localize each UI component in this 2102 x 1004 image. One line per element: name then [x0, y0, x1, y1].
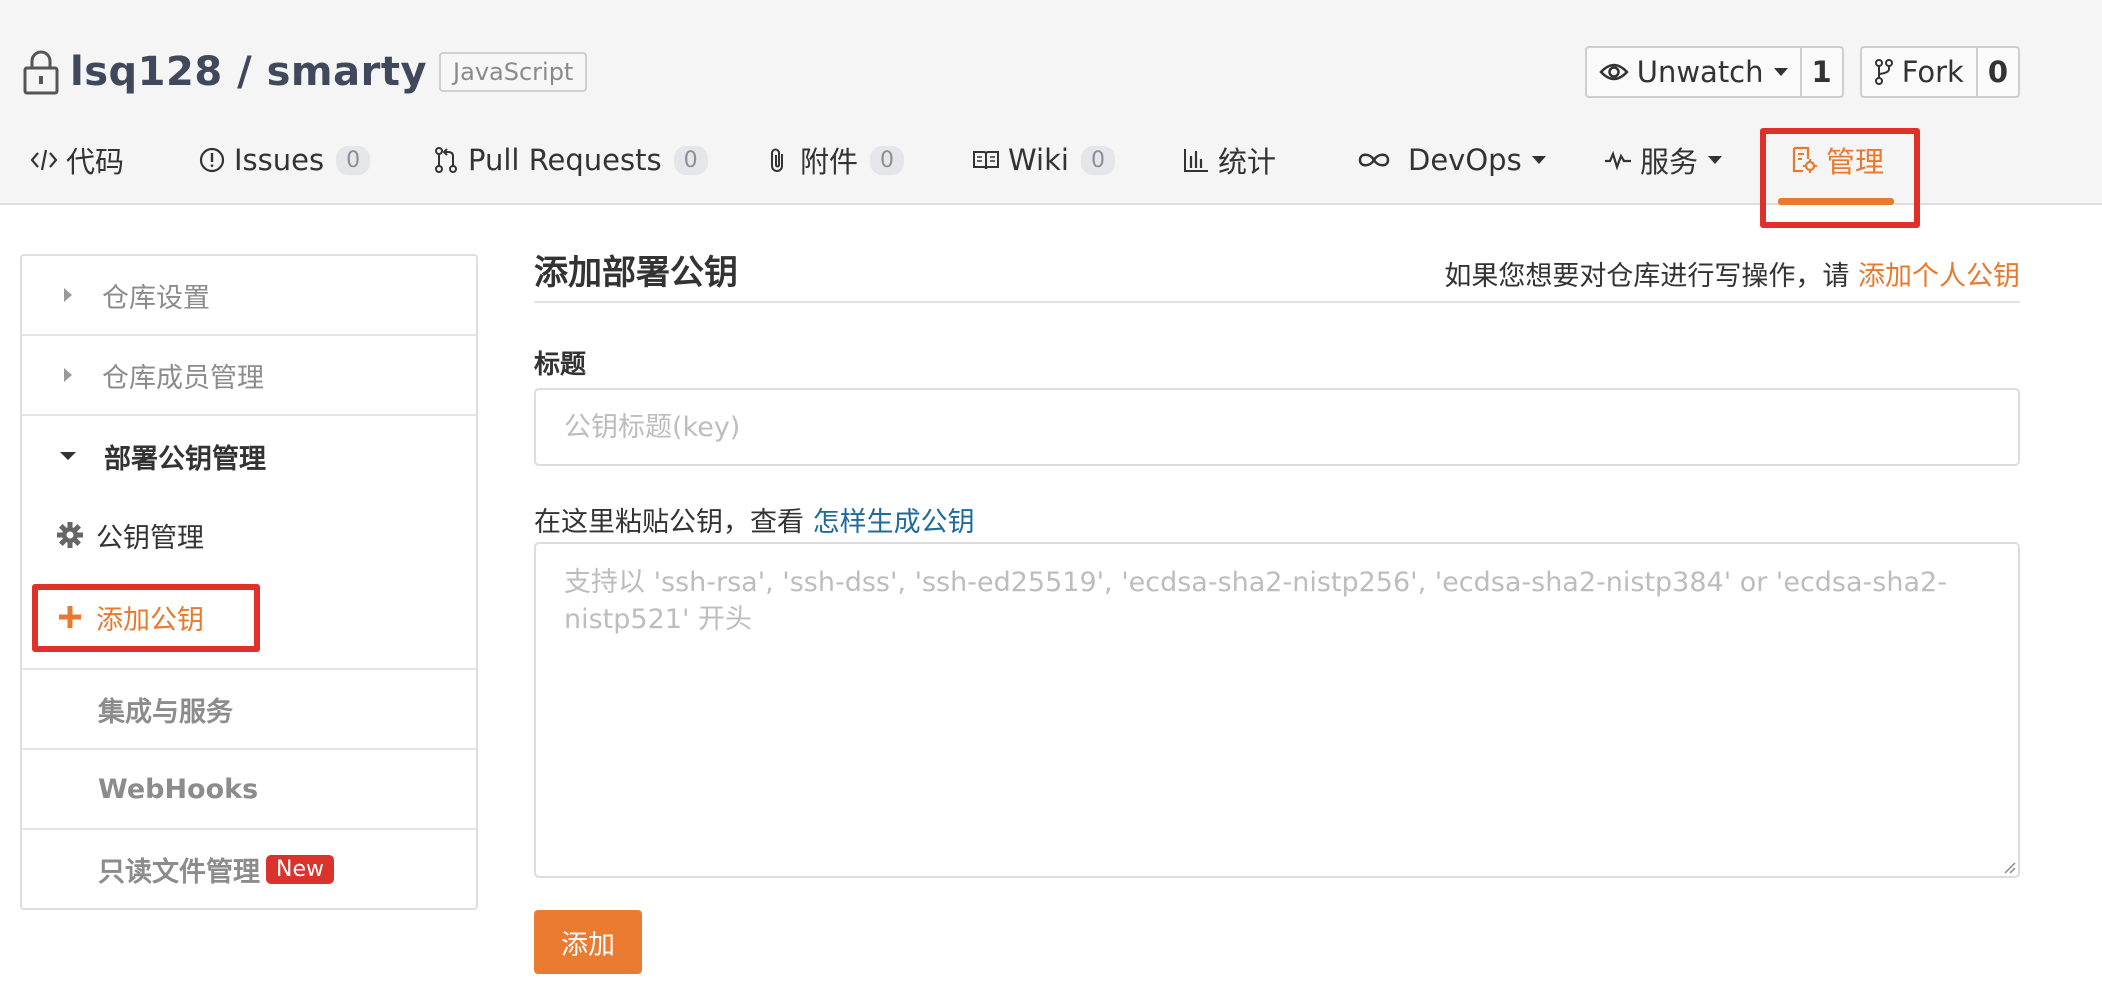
- sidebar-item-label: 集成与服务: [98, 696, 233, 728]
- sidebar-item-key-management[interactable]: 公钥管理: [22, 500, 476, 570]
- gear-icon: [57, 522, 83, 548]
- sidebar-item-label: 只读文件管理: [98, 856, 260, 888]
- tab-code-label: 代码: [66, 145, 125, 179]
- unwatch-label: Unwatch: [1636, 55, 1764, 89]
- tab-attachments-count: 0: [870, 145, 905, 175]
- personal-key-hint: 如果您想要对仓库进行写操作，请 添加个人公钥: [1444, 254, 2020, 293]
- repo-actions: Unwatch 1 Fork 0: [1584, 46, 2020, 98]
- resize-handle-icon[interactable]: [2000, 858, 2016, 874]
- active-tab-indicator: [1778, 198, 1894, 205]
- sidebar-item-label: WebHooks: [98, 773, 259, 805]
- tab-statistics-label: 统计: [1218, 145, 1277, 179]
- repo-tabs: 代码 Issues 0 Pull Requests 0 附件 0 Wiki 0 …: [0, 130, 2102, 205]
- watch-button-group: Unwatch 1: [1584, 46, 1844, 98]
- caret-right-icon: [64, 368, 72, 382]
- fork-icon: [1874, 59, 1893, 85]
- tab-wiki-label: Wiki: [1008, 143, 1069, 177]
- how-to-generate-key-link[interactable]: 怎样生成公钥: [813, 507, 975, 538]
- tab-pull-requests-label: Pull Requests: [468, 143, 662, 177]
- personal-key-hint-text: 如果您想要对仓库进行写操作，请: [1444, 261, 1850, 292]
- caret-right-icon: [64, 288, 72, 302]
- settings-doc-icon: [1792, 146, 1817, 173]
- fork-button[interactable]: Fork: [1862, 48, 1978, 96]
- chevron-down-icon: [1531, 156, 1546, 164]
- caret-down-icon: [60, 452, 76, 460]
- tab-issues[interactable]: Issues 0: [198, 130, 371, 190]
- tab-attachments-label: 附件: [800, 145, 859, 179]
- sidebar-item-integrations[interactable]: 集成与服务: [22, 668, 476, 748]
- infinity-icon: [1358, 153, 1390, 167]
- new-badge: New: [266, 854, 334, 884]
- chevron-down-icon: [1708, 156, 1723, 164]
- repo-name-link[interactable]: smarty: [267, 49, 427, 95]
- book-icon: [973, 151, 999, 170]
- fork-button-group: Fork 0: [1859, 46, 2020, 98]
- language-badge[interactable]: JavaScript: [439, 52, 588, 92]
- issue-icon: [199, 147, 225, 173]
- unwatch-button[interactable]: Unwatch: [1587, 48, 1802, 96]
- sidebar-item-repo-settings[interactable]: 仓库设置: [22, 256, 476, 336]
- chevron-down-icon: [1773, 68, 1788, 76]
- paperclip-icon: [771, 148, 783, 172]
- sidebar-item-readonly-files[interactable]: 只读文件管理 New: [22, 828, 476, 908]
- title-field-label: 标题: [534, 350, 587, 380]
- tab-devops-label: DevOps: [1408, 143, 1522, 177]
- tab-services[interactable]: 服务: [1604, 130, 1723, 190]
- sidebar-item-label: 公钥管理: [96, 522, 204, 554]
- plus-icon: [59, 606, 81, 628]
- key-title-input[interactable]: [534, 388, 2020, 466]
- lock-icon: [23, 50, 59, 95]
- repo-separator: /: [222, 49, 267, 95]
- sidebar-section-deploy-keys[interactable]: 部署公钥管理: [22, 416, 476, 496]
- tab-issues-label: Issues: [234, 143, 325, 177]
- repo-owner-link[interactable]: lsq128: [70, 49, 223, 95]
- sidebar-item-label: 添加公钥: [96, 604, 204, 636]
- tab-pull-requests-count: 0: [673, 145, 708, 175]
- repo-header: lsq128 / smarty JavaScript Unwatch 1 For…: [0, 0, 2102, 205]
- tab-code[interactable]: 代码: [30, 130, 124, 190]
- tab-issues-count: 0: [336, 145, 371, 175]
- pulse-icon: [1605, 150, 1631, 171]
- watch-count[interactable]: 1: [1802, 48, 1842, 96]
- pull-request-icon: [435, 147, 457, 173]
- tab-attachments[interactable]: 附件 0: [764, 130, 905, 190]
- sidebar-item-add-key[interactable]: 添加公钥: [22, 582, 476, 652]
- sidebar-item-member-management[interactable]: 仓库成员管理: [22, 336, 476, 416]
- tab-manage[interactable]: 管理: [1790, 130, 1884, 190]
- sidebar-section-label: 部署公钥管理: [104, 443, 266, 475]
- tab-services-label: 服务: [1640, 145, 1699, 179]
- add-key-submit-button[interactable]: 添加: [534, 910, 642, 974]
- settings-sidebar: 仓库设置 仓库成员管理 部署公钥管理 公钥管理 添加公钥 集成与服务 WebHo…: [20, 254, 478, 910]
- eye-icon: [1599, 63, 1629, 81]
- public-key-textarea[interactable]: [534, 542, 2020, 878]
- paste-key-hint: 在这里粘贴公钥，查看 怎样生成公钥: [534, 500, 975, 539]
- tab-statistics[interactable]: 统计: [1182, 130, 1276, 190]
- page-title: 添加部署公钥: [534, 253, 738, 293]
- title-divider: [534, 301, 2020, 303]
- sidebar-item-webhooks[interactable]: WebHooks: [22, 748, 476, 828]
- repo-title: lsq128 / smarty JavaScript: [22, 44, 588, 100]
- tab-wiki[interactable]: Wiki 0: [972, 130, 1115, 190]
- add-personal-key-link[interactable]: 添加个人公钥: [1858, 261, 2020, 292]
- fork-label: Fork: [1901, 55, 1964, 89]
- code-icon: [30, 149, 58, 171]
- paste-key-hint-text: 在这里粘贴公钥，查看: [534, 507, 804, 538]
- sidebar-item-label: 仓库成员管理: [102, 362, 264, 394]
- tab-pull-requests[interactable]: Pull Requests 0: [432, 130, 708, 190]
- tab-wiki-count: 0: [1080, 145, 1115, 175]
- tab-devops[interactable]: DevOps: [1356, 130, 1546, 190]
- bar-chart-icon: [1184, 149, 1208, 172]
- fork-count[interactable]: 0: [1978, 48, 2018, 96]
- tab-manage-label: 管理: [1826, 145, 1885, 179]
- sidebar-item-label: 仓库设置: [102, 282, 210, 314]
